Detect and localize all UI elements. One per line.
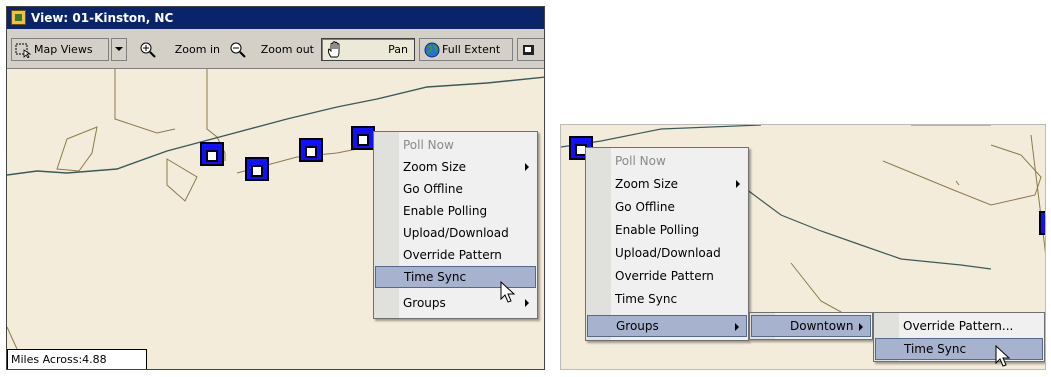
zoom-size-label: Zoom Size — [615, 177, 679, 191]
pan-label: Pan — [388, 43, 408, 56]
groups-label: Groups — [616, 319, 659, 333]
menu-item-time-sync[interactable]: Time Sync — [587, 288, 747, 310]
arrow-cursor-icon — [500, 281, 516, 303]
submenu-arrow-icon — [859, 323, 863, 331]
device-context-menu: Poll Now Zoom Size Go Offline Enable Pol… — [585, 147, 749, 341]
menu-item-go-offline[interactable]: Go Offline — [375, 178, 536, 200]
zoom-in-icon — [140, 42, 156, 58]
menu-item-zoom-size[interactable]: Zoom Size — [375, 156, 536, 178]
zoom-out-icon — [230, 42, 246, 58]
full-extent-label: Full Extent — [442, 43, 501, 56]
menu-item-override-pattern[interactable]: Override Pattern — [375, 244, 536, 266]
app-icon — [11, 10, 26, 25]
map-views-button[interactable]: Map Views — [11, 38, 109, 61]
submenu-arrow-icon — [525, 163, 529, 171]
window-title: View: 01-Kinston, NC — [31, 11, 174, 25]
submenu-item-time-sync[interactable]: Time Sync — [875, 338, 1043, 360]
full-extent-button[interactable]: Full Extent — [419, 38, 513, 61]
pan-hand-icon — [327, 41, 340, 58]
submenu-arrow-icon — [736, 180, 740, 188]
map-views-icon — [15, 43, 31, 58]
menu-item-upload-download[interactable]: Upload/Download — [375, 222, 536, 244]
pan-button[interactable]: Pan — [321, 38, 415, 61]
map-canvas[interactable]: Poll Now Zoom Size Go Offline Enable Pol… — [7, 69, 544, 369]
menu-item-enable-polling[interactable]: Enable Polling — [375, 200, 536, 222]
zoom-in-button[interactable]: Zoom in — [135, 38, 225, 61]
submenu-arrow-icon — [735, 323, 739, 331]
toolbar-overflow-button[interactable] — [517, 38, 544, 61]
print-icon — [523, 45, 534, 55]
groups-label: Groups — [403, 296, 446, 310]
signal-device-icon[interactable] — [351, 126, 375, 150]
menu-item-poll-now[interactable]: Poll Now — [375, 134, 536, 156]
arrow-cursor-icon — [995, 345, 1011, 367]
submenu-item-downtown[interactable]: Downtown — [751, 315, 871, 337]
menu-item-go-offline[interactable]: Go Offline — [587, 196, 747, 218]
map-view-window: View: 01-Kinston, NC Map Views Zoom in Z… — [6, 6, 545, 370]
signal-device-icon[interactable] — [200, 142, 224, 166]
map-toolbar: Map Views Zoom in Zoom out Pan Full Exte… — [7, 29, 544, 69]
menu-item-poll-now[interactable]: Poll Now — [587, 150, 747, 172]
zoom-out-label: Zoom out — [260, 43, 314, 56]
downtown-submenu: Override Pattern... Time Sync — [873, 312, 1045, 362]
zoom-size-label: Zoom Size — [403, 160, 467, 174]
window-titlebar: View: 01-Kinston, NC — [7, 7, 544, 29]
map-detail-panel: Poll Now Zoom Size Go Offline Enable Pol… — [560, 124, 1046, 370]
scale-readout: Miles Across:4.88 — [7, 349, 147, 369]
signal-device-icon[interactable] — [1039, 211, 1045, 235]
groups-submenu: Downtown — [749, 312, 873, 340]
chevron-down-icon — [115, 47, 123, 51]
map-views-label: Map Views — [34, 43, 93, 56]
menu-item-groups[interactable]: Groups — [587, 315, 747, 337]
menu-item-override-pattern[interactable]: Override Pattern — [587, 265, 747, 287]
menu-item-enable-polling[interactable]: Enable Polling — [587, 219, 747, 241]
signal-device-icon[interactable] — [299, 138, 323, 162]
menu-item-upload-download[interactable]: Upload/Download — [587, 242, 747, 264]
zoom-in-label: Zoom in — [174, 43, 220, 56]
submenu-arrow-icon — [525, 299, 529, 307]
globe-icon — [424, 42, 440, 58]
signal-device-icon[interactable] — [245, 157, 269, 181]
submenu-item-override-pattern[interactable]: Override Pattern... — [875, 315, 1043, 337]
menu-item-zoom-size[interactable]: Zoom Size — [587, 173, 747, 195]
zoom-out-button[interactable]: Zoom out — [227, 38, 319, 61]
map-views-dropdown[interactable] — [111, 38, 127, 61]
downtown-label: Downtown — [790, 319, 854, 333]
